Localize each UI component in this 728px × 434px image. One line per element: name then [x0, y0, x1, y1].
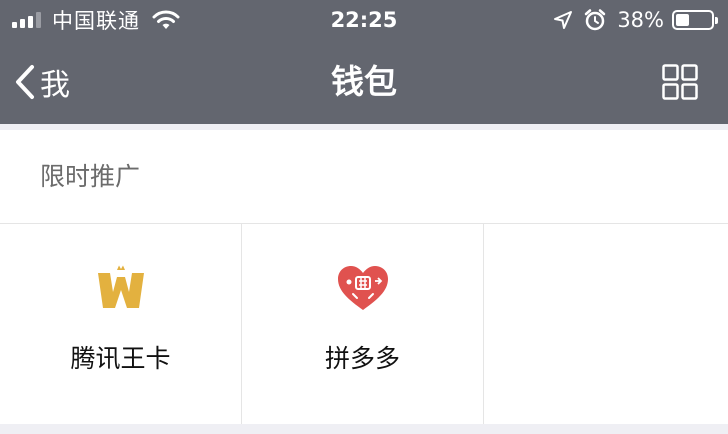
tile-empty [484, 224, 728, 424]
tencent-wangka-logo-icon [97, 265, 144, 308]
battery-percent: 38% [617, 8, 664, 32]
chevron-left-icon [16, 65, 34, 99]
pinduoduo-heart-logo-icon [337, 266, 388, 310]
section-title: 限时推广 [0, 130, 728, 224]
tile-label: 拼多多 [324, 344, 400, 373]
back-label: 我 [40, 68, 70, 103]
status-bar: 中国联通 22:25 38% [0, 0, 728, 40]
location-arrow-icon [554, 11, 573, 29]
grid-menu-button[interactable] [662, 64, 698, 100]
navigation-bar: 我 钱包 [0, 40, 728, 124]
tile-tencent-wangka[interactable]: 腾讯王卡 [0, 224, 242, 424]
status-right: 38% [553, 6, 718, 34]
battery-fill [676, 14, 689, 26]
alarm-icon [585, 9, 606, 31]
promotion-section: 限时推广 腾讯王卡 拼多多 [0, 130, 728, 424]
tile-label: 腾讯王卡 [70, 344, 171, 373]
grid-icon [662, 64, 698, 100]
promotion-tiles: 腾讯王卡 拼多多 [0, 224, 728, 424]
page-title: 钱包 [331, 62, 397, 101]
back-button[interactable]: 我 [14, 40, 70, 124]
tile-pinduoduo[interactable]: 拼多多 [242, 224, 484, 424]
battery-icon [672, 10, 718, 30]
